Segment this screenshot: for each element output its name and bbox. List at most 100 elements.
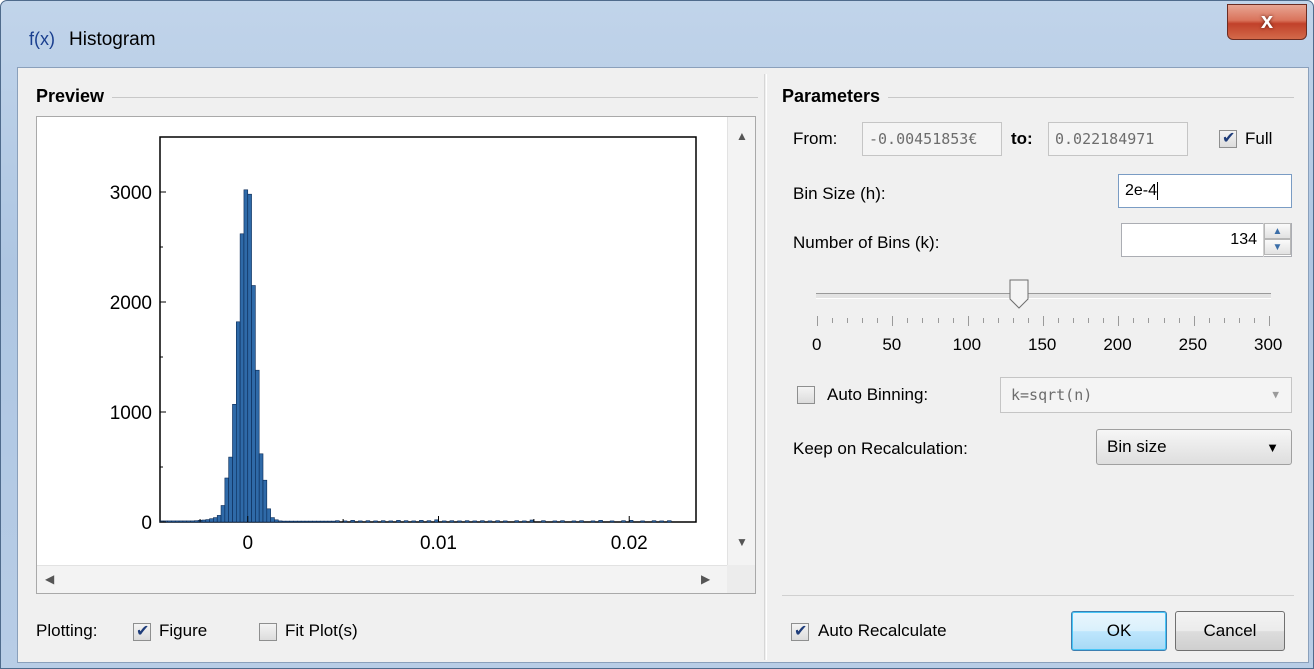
cancel-button[interactable]: Cancel [1175,611,1285,651]
slider-tick [967,316,969,326]
auto-binning-formula[interactable]: k=sqrt(n) ▼ [1000,377,1292,413]
slider-tick [1148,318,1150,323]
auto-binning-value: k=sqrt(n) [1011,386,1093,404]
slider-tick [892,316,894,326]
slider-tick-label: 300 [1254,335,1283,354]
spin-down-icon[interactable]: ▼ [1264,239,1291,255]
to-input[interactable]: 0.022184971 [1048,122,1188,156]
histogram-bar [442,520,447,523]
histogram-bar [464,520,470,523]
histogram-bar [247,193,252,523]
x-tick-label: 0.01 [420,533,457,554]
histogram-bar [327,520,332,523]
histogram-bar [621,520,626,523]
fit-plots-checkbox[interactable] [259,623,277,641]
histogram-bar [659,520,664,523]
full-checkbox[interactable] [1219,128,1237,148]
auto-recalculate-label: Auto Recalculate [818,621,947,640]
from-input[interactable]: -0.00451853€ [862,122,1002,156]
slider-tick [817,316,818,326]
keep-recalc-select[interactable]: Bin size ▼ [1096,429,1292,465]
slider-tick [862,318,864,323]
histogram-bar [487,520,493,523]
histogram-bar [220,505,226,523]
slider-tick [1223,318,1225,323]
scroll-up-icon[interactable]: ▲ [736,129,748,143]
histogram-bar [281,520,287,523]
histogram-bar [495,520,500,523]
slider-tick [1103,318,1105,323]
slider-tick [952,318,954,323]
histogram-bar [209,518,214,523]
full-label: Full [1245,129,1273,148]
num-bins-label: Number of Bins (k): [793,233,940,252]
histogram-bar [304,520,310,523]
slider-tick [1012,318,1014,323]
splitter[interactable] [764,74,767,660]
bins-slider-track[interactable] [816,293,1271,299]
histogram-bar [243,189,249,523]
bin-size-value: 2e-4 [1125,182,1158,199]
slider-tick [907,318,909,323]
preview-group-title: Preview [36,86,113,107]
histogram-bar [235,321,241,523]
slider-tick-label: 100 [952,335,982,354]
num-bins-spinner[interactable]: ▲ ▼ [1263,223,1291,257]
slider-tick-label: 0 [812,335,822,354]
close-button[interactable]: x [1227,4,1307,40]
slider-tick [1163,318,1165,323]
histogram-bar [182,520,188,523]
bins-slider-thumb[interactable] [1009,279,1029,309]
keep-recalc-value: Bin size [1107,437,1167,456]
x-tick-label: 0.02 [611,533,648,554]
scroll-down-icon[interactable]: ▼ [736,535,748,549]
histogram-bar [560,520,565,523]
auto-binning-label: Auto Binning: [827,385,929,404]
histogram-bar [419,520,424,523]
histogram-chart: 0 1000 2000 3000 0 0.01 0.02 [110,136,697,554]
function-icon: f(x) [29,29,55,49]
histogram-bar [449,520,455,523]
histogram-bar [514,520,519,523]
vertical-scrollbar[interactable]: ▲ ▼ [727,117,755,565]
histogram-bar [571,520,577,523]
histogram-bar [316,520,321,523]
scroll-left-icon[interactable]: ◀ [45,572,54,586]
figure-checkbox[interactable] [133,621,151,641]
spin-up-icon[interactable]: ▲ [1264,223,1291,239]
slider-tick [1118,316,1120,326]
bin-size-input[interactable]: 2e-4 [1118,174,1292,208]
histogram-bar [308,520,313,523]
slider-tick [1238,318,1240,323]
slider-tick [1073,318,1075,323]
chevron-down-icon: ▼ [1272,388,1279,401]
histogram-bar [300,520,306,523]
histogram-bar [319,520,325,523]
histogram-bar [335,520,340,523]
histogram-bar [651,520,657,523]
histogram-bar [590,520,596,523]
histogram-bar [426,520,432,523]
histogram-bar [190,520,195,523]
histogram-bar [255,369,260,523]
histogram-bar [358,520,363,523]
horizontal-scrollbar[interactable]: ◀ ▶ [37,565,727,593]
auto-binning-checkbox[interactable] [797,386,815,404]
histogram-bar [297,520,302,523]
ok-button[interactable]: OK [1071,611,1167,651]
histogram-bar [228,456,233,523]
auto-recalculate-checkbox[interactable] [791,621,809,641]
histogram-bar [312,520,317,523]
footer-separator [782,595,1294,596]
histogram-bar [457,520,462,523]
title-bar[interactable]: f(x) Histogram x [1,1,1313,65]
histogram-bar [224,477,229,523]
histogram-bar [232,403,237,523]
histogram-bar [667,520,672,523]
y-tick-label: 3000 [110,183,152,204]
slider-tick [847,318,849,323]
scroll-right-icon[interactable]: ▶ [701,572,710,586]
histogram-bar [216,515,222,523]
slider-tick [937,318,939,323]
histogram-bar [480,520,485,523]
